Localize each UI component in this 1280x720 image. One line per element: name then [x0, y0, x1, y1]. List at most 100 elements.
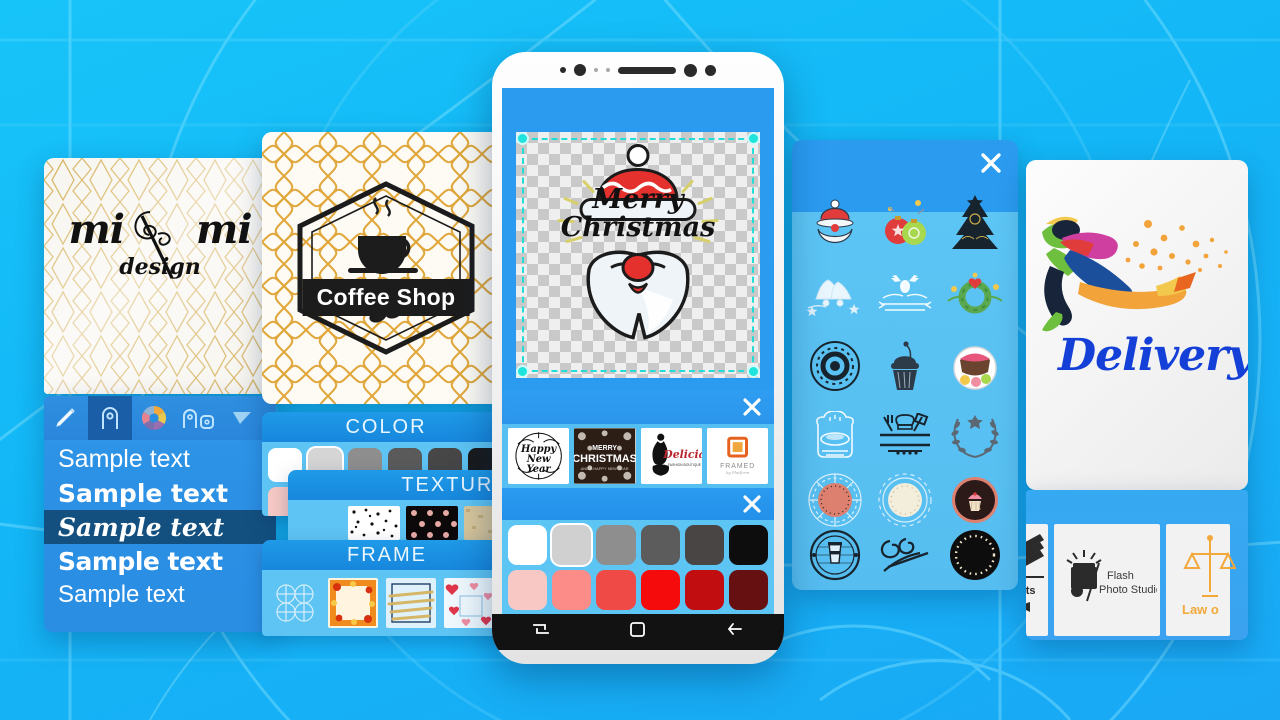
palette-swatch[interactable]	[640, 570, 680, 610]
text-style-panel[interactable]: Sample text Sample text Sample text Samp…	[44, 396, 276, 632]
law-office-thumb[interactable]: Law o	[1166, 524, 1237, 636]
santa-face-sticker[interactable]	[800, 188, 870, 259]
resize-handle-tl[interactable]	[516, 132, 529, 145]
resize-handle-bl[interactable]	[516, 365, 529, 378]
font-aa-icon[interactable]	[176, 396, 220, 440]
running-courier-logo	[1042, 216, 1228, 332]
template-thumbs-panel[interactable]: nts Flash Photo Studio Law o	[1026, 490, 1248, 640]
list-item[interactable]: Sample text	[44, 510, 276, 544]
selection-box[interactable]	[516, 132, 760, 378]
hearts-scatter-texture[interactable]	[348, 506, 400, 540]
list-item[interactable]: Sample text	[44, 578, 276, 612]
palette-swatch[interactable]	[552, 525, 592, 565]
card-mimi-design[interactable]: mi mi design	[44, 158, 276, 394]
color-wheel-icon[interactable]	[132, 396, 176, 440]
happy-new-year-template[interactable]: Happy New Year	[508, 428, 570, 484]
frame-panel[interactable]: FRAME ›	[262, 540, 512, 636]
resize-handle-tr[interactable]	[747, 132, 760, 145]
color-panel-header[interactable]: COLOR ›	[262, 412, 510, 442]
palette-row-reds[interactable]	[508, 570, 769, 610]
dessert-plate-sticker[interactable]	[940, 330, 1010, 401]
svg-text:Year: Year	[527, 464, 552, 475]
jingle-bells-sticker[interactable]	[800, 259, 870, 330]
delivery-label: Delivery	[1058, 330, 1248, 381]
palette-swatch[interactable]	[596, 570, 636, 610]
donut-badge-sticker[interactable]	[800, 330, 870, 401]
close-x-icon[interactable]	[976, 148, 1006, 178]
letter-a-icon[interactable]	[88, 396, 132, 440]
black-dotted-circle-sticker[interactable]	[940, 528, 1010, 582]
palette-row-greys[interactable]	[508, 525, 769, 565]
list-item[interactable]: Sample text	[44, 476, 276, 510]
chef-utensils-sticker[interactable]	[870, 401, 940, 472]
svg-text:by Platform: by Platform	[726, 470, 750, 475]
christmas-baubles-sticker[interactable]	[870, 188, 940, 259]
dress-boutique-template[interactable]: Delicia FASHION BOUTIQUE	[640, 428, 702, 484]
palette-swatch[interactable]	[552, 570, 592, 610]
palette-swatch[interactable]	[728, 525, 769, 565]
palette-swatch[interactable]	[596, 525, 636, 565]
phone-screen[interactable]: Merry Christmas Happy New Year MERRY CHR…	[502, 88, 774, 616]
sample-text: Sample text	[58, 444, 191, 473]
template-thumb-row[interactable]: nts Flash Photo Studio Law o	[1026, 490, 1248, 640]
framed-template[interactable]: FRAMED by Platform	[706, 428, 768, 484]
gold-brush-frame[interactable]	[386, 578, 436, 628]
palette-swatch[interactable]	[728, 570, 769, 610]
needle-thread-sticker[interactable]	[870, 528, 940, 582]
back-arrow-icon[interactable]	[726, 620, 744, 644]
mandala-circle-sticker[interactable]	[800, 472, 870, 528]
palette-swatch[interactable]	[684, 525, 724, 565]
flash-thumb-label-1: Flash	[1107, 570, 1134, 582]
frame-items[interactable]	[262, 570, 512, 636]
coffee-cup-badge-sticker[interactable]	[800, 528, 870, 582]
hexagon-coffee-badge	[297, 181, 475, 355]
cursor-arrow-icon[interactable]	[220, 396, 264, 440]
template-strip[interactable]: Happy New Year MERRY CHRISTMAS AND A HAP…	[502, 424, 774, 488]
christmas-tree-sticker[interactable]	[940, 188, 1010, 259]
card-delivery[interactable]: Delivery	[1026, 160, 1248, 490]
android-nav-bar[interactable]	[492, 614, 784, 650]
merry-christmas-template[interactable]: MERRY CHRISTMAS AND A HAPPY NEW YEAR	[574, 428, 636, 484]
color-panel-title: COLOR	[345, 415, 427, 438]
mimi-right: mi	[196, 206, 253, 253]
recents-icon[interactable]	[532, 620, 550, 644]
autumn-leaves-frame[interactable]	[328, 578, 378, 628]
palette-swatch[interactable]	[684, 570, 724, 610]
hearts-frame[interactable]	[444, 578, 494, 628]
svg-text:MERRY: MERRY	[593, 445, 618, 452]
resize-handle-br[interactable]	[747, 365, 760, 378]
laurel-wreath-sticker[interactable]	[940, 401, 1010, 472]
text-style-list[interactable]: Sample text Sample text Sample text Samp…	[44, 440, 276, 612]
stickers-panel[interactable]	[792, 140, 1018, 590]
svg-text:AND A HAPPY NEW YEAR: AND A HAPPY NEW YEAR	[581, 466, 629, 471]
home-square-icon[interactable]	[629, 621, 646, 644]
close-x-icon[interactable]	[738, 490, 766, 518]
polka-dot-texture[interactable]	[406, 506, 458, 540]
editor-canvas[interactable]: Merry Christmas	[502, 88, 774, 390]
flash-thumb-label-2: Photo Studio	[1099, 584, 1157, 596]
frame-panel-header[interactable]: FRAME ›	[262, 540, 512, 570]
events-thumb[interactable]: nts	[1026, 524, 1048, 636]
card-coffee-shop[interactable]: Coffee Shop	[262, 132, 510, 404]
list-item[interactable]: Sample text	[44, 442, 276, 476]
palette-swatch[interactable]	[640, 525, 680, 565]
sample-text: Sample text	[58, 478, 229, 508]
cupcake-circle-sticker[interactable]	[940, 472, 1010, 528]
list-item[interactable]: Sample text	[44, 544, 276, 578]
snowflake-frame[interactable]	[270, 578, 320, 628]
bakery-badge-sticker[interactable]	[800, 401, 870, 472]
sticker-grid[interactable]	[792, 184, 1018, 590]
holly-wreath-sticker[interactable]	[940, 259, 1010, 330]
pencil-icon[interactable]	[44, 396, 88, 440]
palette-swatch[interactable]	[508, 570, 548, 610]
dotted-circle-sticker[interactable]	[870, 472, 940, 528]
coffee-shop-label: Coffee Shop	[302, 279, 470, 316]
palette-swatch[interactable]	[508, 525, 548, 565]
reindeer-banner-sticker[interactable]	[870, 259, 940, 330]
color-palette[interactable]	[502, 520, 774, 616]
cupcake-sticker[interactable]	[870, 330, 940, 401]
flash-photo-studio-thumb[interactable]: Flash Photo Studio	[1054, 524, 1160, 636]
svg-text:Delicia: Delicia	[662, 448, 702, 461]
text-toolbar[interactable]	[44, 396, 276, 440]
close-x-icon[interactable]	[738, 393, 766, 421]
